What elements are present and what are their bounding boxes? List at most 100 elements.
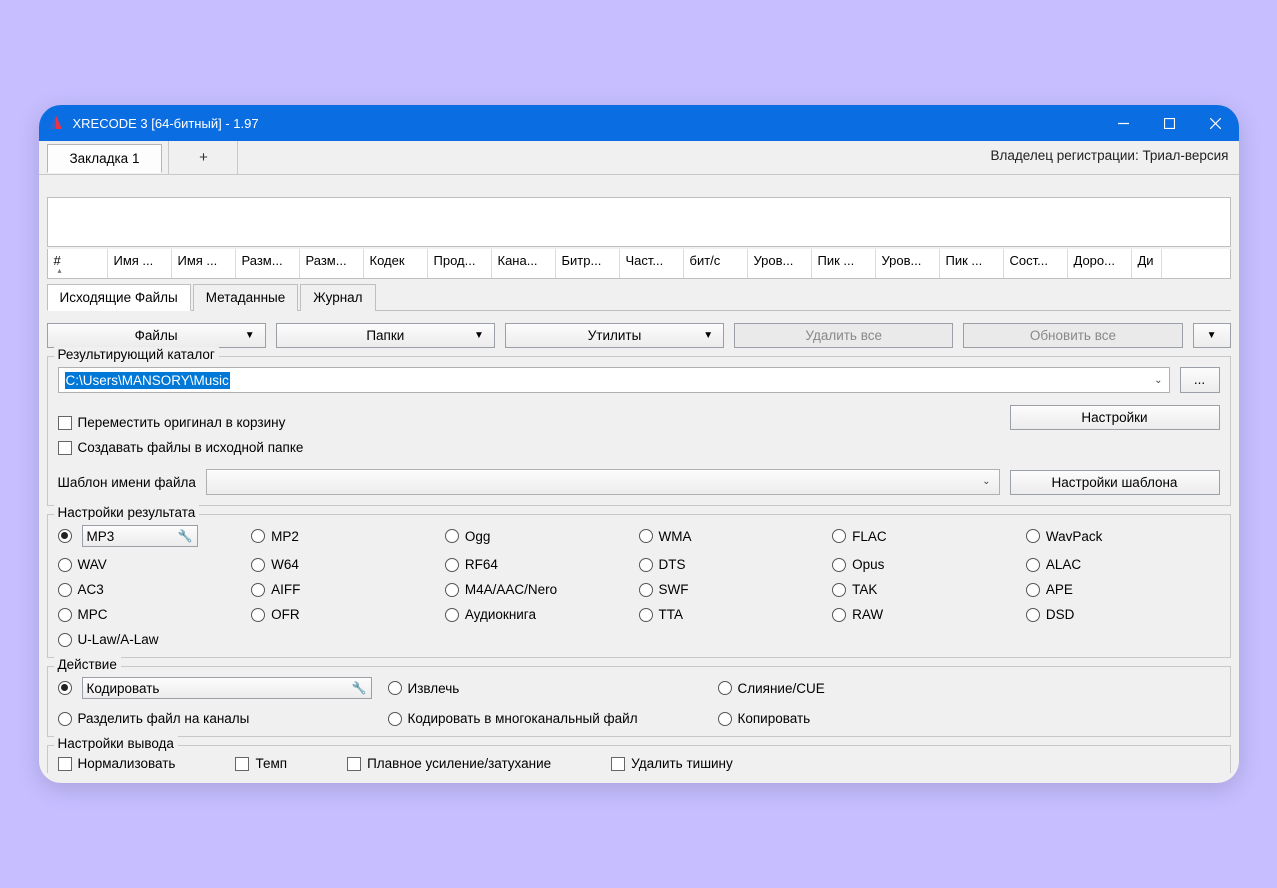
column-header[interactable]: #▴ xyxy=(48,249,108,278)
column-header[interactable]: Ди xyxy=(1132,249,1162,278)
column-header[interactable]: Сост... xyxy=(1004,249,1068,278)
format-flac[interactable]: FLAC xyxy=(832,525,1026,547)
filename-template-combo[interactable]: ⌄ xyxy=(206,469,1000,495)
radio-icon xyxy=(639,558,653,572)
format-tta[interactable]: TTA xyxy=(639,607,833,622)
column-header[interactable]: Имя ... xyxy=(108,249,172,278)
output-path-combo[interactable]: C:\Users\MANSORY\Music ⌄ xyxy=(58,367,1170,393)
column-header[interactable]: Част... xyxy=(620,249,684,278)
radio-icon xyxy=(388,712,402,726)
checkbox-icon xyxy=(611,757,625,771)
tempo-checkbox[interactable]: Темп xyxy=(235,756,287,771)
refresh-all-button[interactable]: Обновить все xyxy=(963,323,1182,348)
action-field[interactable]: Кодировать🔧 xyxy=(82,677,372,699)
dropdown-extra-button[interactable]: ▼ xyxy=(1193,323,1231,348)
format-ofr[interactable]: OFR xyxy=(251,607,445,622)
format-mpc[interactable]: MPC xyxy=(58,607,252,622)
minimize-button[interactable] xyxy=(1101,105,1147,141)
chevron-down-icon: ⌄ xyxy=(982,476,990,487)
app-logo-icon xyxy=(47,114,65,132)
format-dts[interactable]: DTS xyxy=(639,557,833,572)
group-legend: Настройки вывода xyxy=(54,736,178,751)
remove-silence-checkbox[interactable]: Удалить тишину xyxy=(611,756,733,771)
format-audiobook[interactable]: Аудиокнига xyxy=(445,607,639,622)
column-header[interactable]: Уров... xyxy=(876,249,940,278)
column-header[interactable]: Уров... xyxy=(748,249,812,278)
tab-add-button[interactable]: + xyxy=(168,141,238,174)
column-header[interactable]: Кана... xyxy=(492,249,556,278)
move-original-checkbox[interactable]: Переместить оригинал в корзину xyxy=(58,415,286,430)
format-wav[interactable]: WAV xyxy=(58,557,252,572)
format-wma[interactable]: WMA xyxy=(639,525,833,547)
folders-button[interactable]: Папки▼ xyxy=(276,323,495,348)
action-split[interactable]: Разделить файл на каналы xyxy=(58,711,388,726)
tab-log[interactable]: Журнал xyxy=(300,284,375,311)
radio-icon xyxy=(251,558,265,572)
file-list-area[interactable] xyxy=(47,197,1231,247)
format-swf[interactable]: SWF xyxy=(639,582,833,597)
format-ape[interactable]: APE xyxy=(1026,582,1220,597)
action-multichannel[interactable]: Кодировать в многоканальный файл xyxy=(388,711,718,726)
create-in-source-checkbox[interactable]: Создавать файлы в исходной папке xyxy=(58,440,1220,455)
action-extract[interactable]: Извлечь xyxy=(388,677,718,699)
radio-icon xyxy=(58,608,72,622)
lower-tabs: Исходящие Файлы Метаданные Журнал xyxy=(47,283,1231,311)
column-header[interactable]: Имя ... xyxy=(172,249,236,278)
main-button-row: Файлы▼ Папки▼ Утилиты▼ Удалить все Обнов… xyxy=(47,323,1231,348)
normalize-checkbox[interactable]: Нормализовать xyxy=(58,756,176,771)
files-button[interactable]: Файлы▼ xyxy=(47,323,266,348)
action-group: Действие Кодировать🔧 Извлечь Слияние/CUE… xyxy=(47,666,1231,737)
format-ulaw[interactable]: U-Law/A-Law xyxy=(58,632,252,647)
action-encode[interactable]: Кодировать🔧 xyxy=(58,677,388,699)
format-rf64[interactable]: RF64 xyxy=(445,557,639,572)
maximize-button[interactable] xyxy=(1147,105,1193,141)
close-button[interactable] xyxy=(1193,105,1239,141)
tab-outgoing-files[interactable]: Исходящие Файлы xyxy=(47,284,191,311)
tab-metadata[interactable]: Метаданные xyxy=(193,284,299,311)
delete-all-button[interactable]: Удалить все xyxy=(734,323,953,348)
checkbox-icon xyxy=(235,757,249,771)
format-dsd[interactable]: DSD xyxy=(1026,607,1220,622)
radio-icon xyxy=(251,583,265,597)
format-raw[interactable]: RAW xyxy=(832,607,1026,622)
column-header[interactable]: бит/с xyxy=(684,249,748,278)
action-merge[interactable]: Слияние/CUE xyxy=(718,677,1220,699)
browse-button[interactable]: ... xyxy=(1180,367,1220,393)
radio-icon xyxy=(1026,583,1040,597)
format-aiff[interactable]: AIFF xyxy=(251,582,445,597)
action-copy[interactable]: Копировать xyxy=(718,711,1220,726)
result-settings-group: Настройки результата MP3🔧 MP2 Ogg WMA FL… xyxy=(47,514,1231,658)
format-field[interactable]: MP3🔧 xyxy=(82,525,198,547)
settings-button[interactable]: Настройки xyxy=(1010,405,1220,430)
tab-bookmark-1[interactable]: Закладка 1 xyxy=(47,144,163,173)
fade-checkbox[interactable]: Плавное усиление/затухание xyxy=(347,756,551,771)
format-ogg[interactable]: Ogg xyxy=(445,525,639,547)
format-mp3[interactable]: MP3🔧 xyxy=(58,525,252,547)
titlebar: XRECODE 3 [64-битный] - 1.97 xyxy=(39,105,1239,141)
column-header[interactable]: Пик ... xyxy=(812,249,876,278)
column-header[interactable]: Прод... xyxy=(428,249,492,278)
format-alac[interactable]: ALAC xyxy=(1026,557,1220,572)
format-opus[interactable]: Opus xyxy=(832,557,1026,572)
format-mp2[interactable]: MP2 xyxy=(251,525,445,547)
output-settings-group: Настройки вывода Нормализовать Темп Плав… xyxy=(47,745,1231,773)
column-header[interactable]: Битр... xyxy=(556,249,620,278)
registration-label: Владелец регистрации: Триал-версия xyxy=(991,148,1229,163)
column-header[interactable]: Кодек xyxy=(364,249,428,278)
radio-icon xyxy=(58,712,72,726)
column-header[interactable]: Разм... xyxy=(236,249,300,278)
format-tak[interactable]: TAK xyxy=(832,582,1026,597)
template-settings-button[interactable]: Настройки шаблона xyxy=(1010,470,1220,495)
utils-button[interactable]: Утилиты▼ xyxy=(505,323,724,348)
format-wavpack[interactable]: WavPack xyxy=(1026,525,1220,547)
column-header[interactable]: Разм... xyxy=(300,249,364,278)
radio-icon xyxy=(445,608,459,622)
format-w64[interactable]: W64 xyxy=(251,557,445,572)
column-header[interactable]: Доро... xyxy=(1068,249,1132,278)
column-header[interactable]: Пик ... xyxy=(940,249,1004,278)
radio-icon xyxy=(58,529,72,543)
format-m4a[interactable]: M4A/AAC/Nero xyxy=(445,582,639,597)
radio-icon xyxy=(251,608,265,622)
chevron-down-icon: ▼ xyxy=(474,330,484,341)
format-ac3[interactable]: AC3 xyxy=(58,582,252,597)
